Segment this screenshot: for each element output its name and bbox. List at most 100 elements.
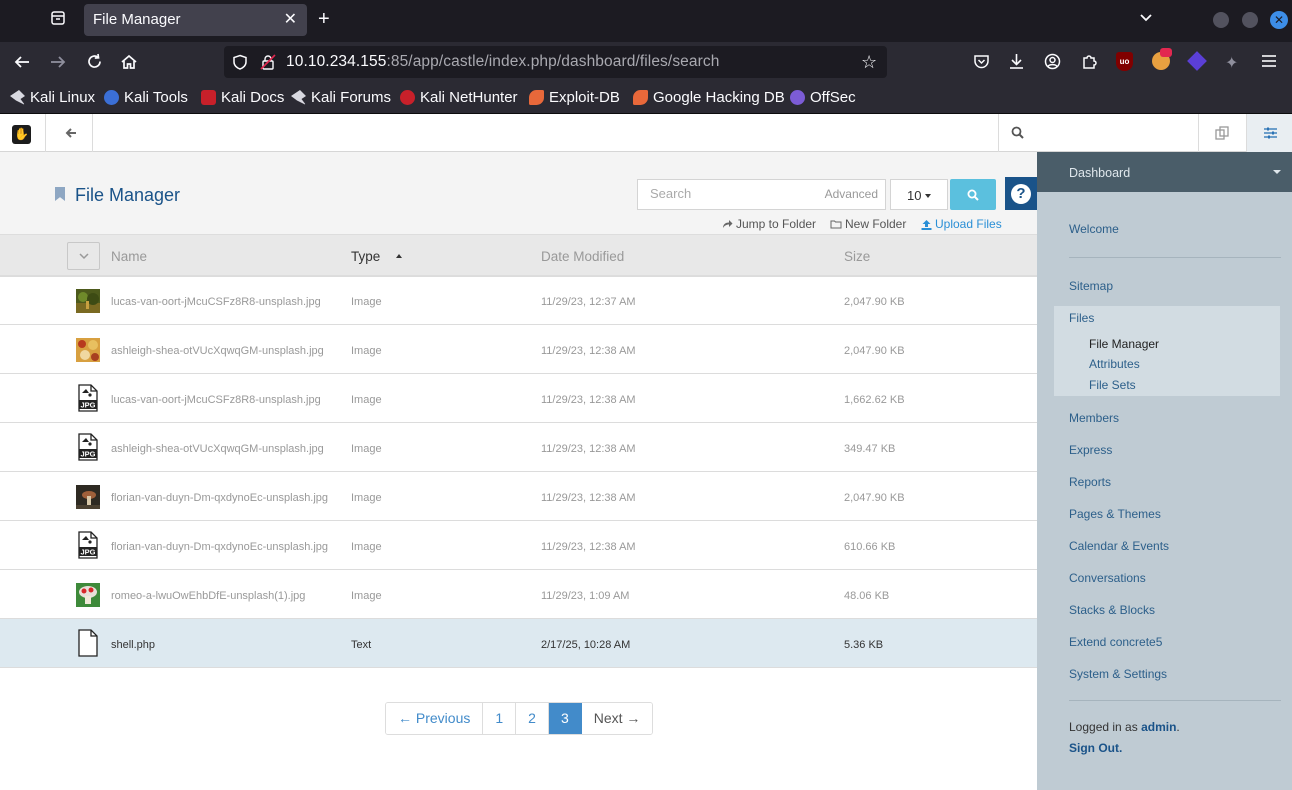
search-submit-button[interactable] <box>950 179 996 210</box>
puzzle-extension-icon[interactable]: ✦ <box>1225 53 1238 73</box>
image-thumbnail[interactable] <box>76 485 100 509</box>
minimize-window-button[interactable] <box>1213 12 1229 28</box>
column-header-type[interactable]: Type <box>351 249 380 264</box>
pagination-page-2[interactable]: 2 <box>516 703 549 734</box>
bookmark-exploit-db[interactable]: Exploit-DB <box>529 89 620 106</box>
table-row[interactable]: shell.php Text 2/17/25, 10:28 AM 5.36 KB <box>0 619 1037 668</box>
account-icon[interactable] <box>1044 53 1061 75</box>
tab-list-chevron-icon[interactable] <box>1139 10 1153 29</box>
pagination-previous[interactable]: ← Previous <box>386 703 484 734</box>
pagination-next[interactable]: Next → <box>581 703 653 734</box>
table-row[interactable]: lucas-van-oort-jMcuCSFz8R8-unsplash.jpg I… <box>0 276 1037 325</box>
jpg-file-icon[interactable]: JPG <box>78 384 98 412</box>
image-thumbnail[interactable] <box>76 583 100 607</box>
reload-icon[interactable] <box>86 53 103 75</box>
file-name[interactable]: romeo-a-lwuOwEhbDfE-unsplash(1).jpg <box>111 590 305 602</box>
extension-diamond-icon[interactable] <box>1187 51 1207 71</box>
file-search-input[interactable] <box>650 186 820 201</box>
help-button[interactable]: ? <box>1005 177 1037 210</box>
upload-files-link[interactable]: Upload Files <box>921 217 1002 231</box>
bookmark-offsec[interactable]: OffSec <box>790 89 856 106</box>
file-name[interactable]: lucas-van-oort-jMcuCSFz8R8-unsplash.jpg <box>111 394 321 406</box>
column-header-size[interactable]: Size <box>844 249 870 264</box>
bookmark-kali-nethunter[interactable]: Kali NetHunter <box>400 89 518 106</box>
advanced-search-link[interactable]: Advanced <box>825 187 878 201</box>
column-header-date-modified[interactable]: Date Modified <box>541 249 624 264</box>
file-type: Image <box>351 541 382 553</box>
table-row[interactable]: JPG lucas-van-oort-jMcuCSFz8R8-unsplash.j… <box>0 374 1037 423</box>
toolbar-search-icon[interactable] <box>1011 126 1024 144</box>
nav-stacks-blocks[interactable]: Stacks & Blocks <box>1069 603 1155 617</box>
new-tab-icon[interactable]: + <box>318 8 330 31</box>
nav-file-sets[interactable]: File Sets <box>1089 378 1136 392</box>
sign-out-link[interactable]: Sign Out. <box>1069 741 1122 755</box>
address-bar[interactable]: 10.10.234.155:85/app/castle/index.php/da… <box>224 46 887 78</box>
hamburger-menu-icon[interactable] <box>1261 54 1277 73</box>
back-arrow-icon[interactable] <box>13 53 31 76</box>
tab-close-icon[interactable]: ✕ <box>284 9 297 29</box>
concrete5-logo-icon[interactable]: ✋ <box>12 125 31 144</box>
pagination-page-1[interactable]: 1 <box>483 703 517 734</box>
jpg-file-icon[interactable]: JPG <box>78 531 98 559</box>
nav-members[interactable]: Members <box>1069 411 1119 425</box>
table-row[interactable]: JPG florian-van-duyn-Dm-qxdynoEc-unsplash… <box>0 521 1037 570</box>
active-tab[interactable]: File Manager ✕ <box>84 4 307 36</box>
insecure-lock-icon[interactable] <box>260 54 276 75</box>
file-name[interactable]: florian-van-duyn-Dm-qxdynoEc-unsplash.jp… <box>111 492 328 504</box>
close-window-button[interactable]: ✕ <box>1270 11 1288 29</box>
file-name[interactable]: ashleigh-shea-otVUcXqwqGM-unsplash.jpg <box>111 443 324 455</box>
table-header: Name Type Date Modified Size <box>0 234 1037 276</box>
nav-pages-themes[interactable]: Pages & Themes <box>1069 507 1161 521</box>
downloads-icon[interactable] <box>1008 52 1025 75</box>
bookmark-kali-tools[interactable]: Kali Tools <box>104 89 188 106</box>
bulk-select-dropdown[interactable] <box>67 242 100 270</box>
file-name[interactable]: ashleigh-shea-otVUcXqwqGM-unsplash.jpg <box>111 345 324 357</box>
forward-arrow-icon[interactable] <box>49 53 67 76</box>
firefox-view-icon[interactable] <box>50 10 66 31</box>
nav-files[interactable]: Files <box>1069 311 1094 325</box>
nav-express[interactable]: Express <box>1069 443 1112 457</box>
nav-conversations[interactable]: Conversations <box>1069 571 1146 585</box>
nav-system-settings[interactable]: System & Settings <box>1069 667 1167 681</box>
dashboard-panel-header[interactable]: Dashboard <box>1037 152 1292 192</box>
jump-to-folder-link[interactable]: Jump to Folder <box>722 217 816 231</box>
home-icon[interactable] <box>120 53 138 76</box>
table-row[interactable]: ashleigh-shea-otVUcXqwqGM-unsplash.jpg Im… <box>0 325 1037 374</box>
bookmark-google-hacking-db[interactable]: Google Hacking DB <box>633 89 785 106</box>
pagination-page-3[interactable]: 3 <box>548 703 582 734</box>
jpg-file-icon[interactable]: JPG <box>78 433 98 461</box>
maximize-window-button[interactable] <box>1242 12 1258 28</box>
logged-in-username[interactable]: admin <box>1141 720 1176 734</box>
image-thumbnail[interactable] <box>76 338 100 362</box>
file-name[interactable]: lucas-van-oort-jMcuCSFz8R8-unsplash.jpg <box>111 296 321 308</box>
back-to-site-arrow-icon[interactable] <box>65 126 77 144</box>
table-row[interactable]: romeo-a-lwuOwEhbDfE-unsplash(1).jpg Image… <box>0 570 1037 619</box>
nav-sitemap[interactable]: Sitemap <box>1069 279 1113 293</box>
image-thumbnail[interactable] <box>76 289 100 313</box>
items-per-page-select[interactable]: 10 <box>890 179 948 210</box>
bookmark-kali-docs[interactable]: Kali Docs <box>201 89 284 106</box>
dashboard-toggle-button[interactable] <box>1246 114 1292 152</box>
nav-welcome[interactable]: Welcome <box>1069 222 1119 236</box>
column-header-name[interactable]: Name <box>111 249 147 264</box>
table-row[interactable]: florian-van-duyn-Dm-qxdynoEc-unsplash.jp… <box>0 472 1037 521</box>
text-file-icon[interactable] <box>78 629 98 657</box>
intelligent-search-icon[interactable] <box>1215 126 1229 145</box>
shield-icon[interactable] <box>232 54 248 75</box>
file-name[interactable]: florian-van-duyn-Dm-qxdynoEc-unsplash.jp… <box>111 541 328 553</box>
pocket-icon[interactable] <box>973 53 990 75</box>
nav-calendar-events[interactable]: Calendar & Events <box>1069 539 1169 553</box>
bookmark-ribbon-icon[interactable] <box>55 187 65 201</box>
bookmark-kali-linux[interactable]: Kali Linux <box>10 89 95 106</box>
new-folder-link[interactable]: New Folder <box>830 217 906 231</box>
nav-file-manager[interactable]: File Manager <box>1089 337 1159 351</box>
extensions-icon[interactable] <box>1081 53 1098 75</box>
nav-extend-concrete5[interactable]: Extend concrete5 <box>1069 635 1162 649</box>
file-name[interactable]: shell.php <box>111 639 155 651</box>
nav-attributes[interactable]: Attributes <box>1089 357 1140 371</box>
bookmark-kali-forums[interactable]: Kali Forums <box>291 89 391 106</box>
ublock-icon[interactable]: uo <box>1116 52 1133 71</box>
bookmark-star-icon[interactable]: ☆ <box>861 52 877 73</box>
table-row[interactable]: JPG ashleigh-shea-otVUcXqwqGM-unsplash.jp… <box>0 423 1037 472</box>
nav-reports[interactable]: Reports <box>1069 475 1111 489</box>
